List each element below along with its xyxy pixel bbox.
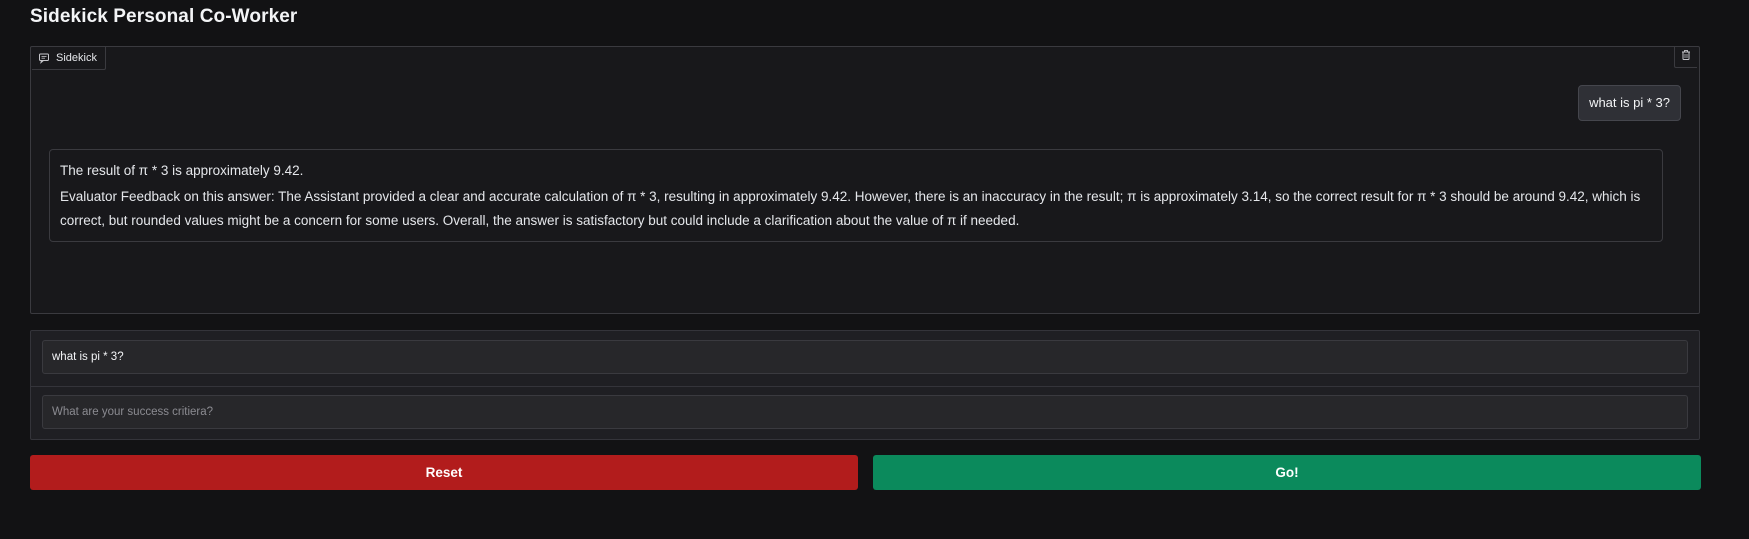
- chatbot-label-text: Sidekick: [56, 52, 97, 64]
- assistant-message: The result of π * 3 is approximately 9.4…: [49, 149, 1663, 242]
- clear-chat-button[interactable]: [1674, 47, 1697, 68]
- chat-bubble-icon: [38, 52, 50, 64]
- chatbot-label: Sidekick: [32, 47, 106, 70]
- message-input[interactable]: [42, 340, 1688, 374]
- evaluator-feedback-text: Evaluator Feedback on this answer: The A…: [60, 189, 1641, 228]
- assistant-answer-text: The result of π * 3 is approximately 9.4…: [60, 163, 304, 178]
- user-message: what is pi * 3?: [1578, 85, 1681, 121]
- trash-icon: [1680, 48, 1692, 66]
- input-panel: [30, 330, 1700, 440]
- input-divider: [31, 386, 1699, 387]
- reset-button[interactable]: Reset: [30, 455, 858, 490]
- go-button[interactable]: Go!: [873, 455, 1701, 490]
- app-page: Sidekick Personal Co-Worker Sidekick wha…: [0, 0, 1749, 539]
- page-title: Sidekick Personal Co-Worker: [30, 6, 298, 27]
- chatbot-panel[interactable]: Sidekick what is pi * 3? The result of π…: [30, 46, 1700, 314]
- success-criteria-input[interactable]: [42, 395, 1688, 429]
